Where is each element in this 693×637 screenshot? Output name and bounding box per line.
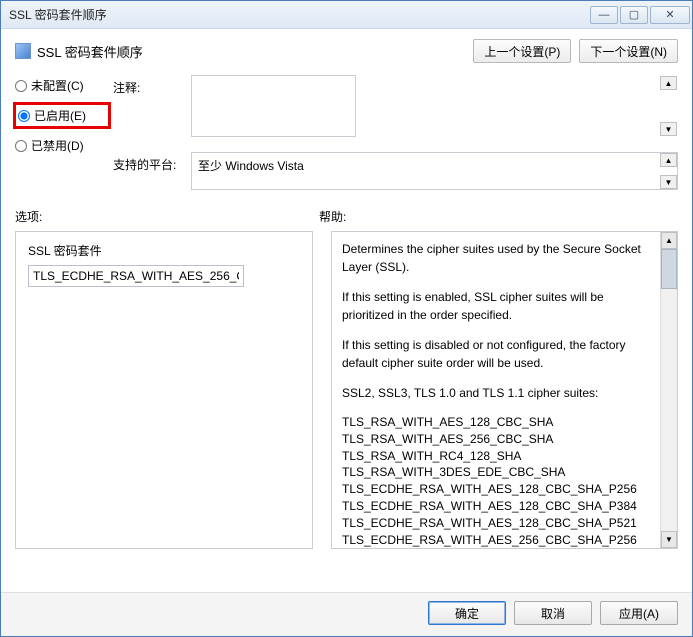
help-paragraph: SSL2, SSL3, TLS 1.0 and TLS 1.1 cipher s… — [342, 384, 649, 402]
policy-icon — [15, 43, 31, 59]
policy-title: SSL 密码套件顺序 — [37, 42, 143, 61]
help-paragraph: Determines the cipher suites used by the… — [342, 240, 649, 276]
cipher-suite-item: TLS_RSA_WITH_3DES_EDE_CBC_SHA — [342, 464, 649, 481]
header-row: SSL 密码套件顺序 上一个设置(P) 下一个设置(N) — [15, 39, 678, 63]
help-paragraph: If this setting is disabled or not confi… — [342, 336, 649, 372]
titlebar[interactable]: SSL 密码套件顺序 — ▢ ✕ — [1, 1, 692, 29]
comment-scroll-down[interactable]: ▼ — [660, 122, 677, 136]
previous-setting-button[interactable]: 上一个设置(P) — [473, 39, 571, 63]
close-button[interactable]: ✕ — [650, 6, 690, 24]
options-pane: SSL 密码套件 — [15, 231, 313, 549]
radio-disabled-input[interactable] — [15, 140, 27, 152]
dialog-footer: 确定 取消 应用(A) — [1, 592, 692, 636]
scroll-up-icon[interactable]: ▲ — [661, 232, 677, 249]
scroll-down-icon[interactable]: ▼ — [661, 531, 677, 548]
cipher-suite-item: TLS_RSA_WITH_RC4_128_SHA — [342, 448, 649, 465]
platform-scroll-up[interactable]: ▲ — [660, 153, 677, 167]
ok-button[interactable]: 确定 — [428, 601, 506, 625]
radio-disabled[interactable]: 已禁用(D) — [15, 137, 105, 154]
next-setting-button[interactable]: 下一个设置(N) — [579, 39, 678, 63]
platform-scroll-down[interactable]: ▼ — [660, 175, 677, 189]
cipher-suite-item: TLS_RSA_WITH_AES_256_CBC_SHA — [342, 431, 649, 448]
help-paragraph: If this setting is enabled, SSL cipher s… — [342, 288, 649, 324]
radio-not-configured-label: 未配置(C) — [31, 77, 84, 94]
comment-textarea[interactable] — [191, 75, 356, 137]
cipher-suite-item: TLS_ECDHE_RSA_WITH_AES_128_CBC_SHA_P256 — [342, 481, 649, 498]
comment-label: 注释: — [113, 75, 183, 96]
options-section-label: 选项: — [15, 208, 319, 225]
enabled-highlight: 已启用(E) — [13, 102, 111, 129]
help-pane: Determines the cipher suites used by the… — [331, 231, 678, 549]
window-title: SSL 密码套件顺序 — [9, 6, 107, 23]
cipher-suite-list: TLS_RSA_WITH_AES_128_CBC_SHA TLS_RSA_WIT… — [342, 414, 649, 548]
minimize-button[interactable]: — — [590, 6, 618, 24]
cancel-button[interactable]: 取消 — [514, 601, 592, 625]
radio-enabled[interactable]: 已启用(E) — [18, 107, 102, 124]
cipher-suite-item: TLS_RSA_WITH_AES_128_CBC_SHA — [342, 414, 649, 431]
content-area: SSL 密码套件顺序 上一个设置(P) 下一个设置(N) 未配置(C) — [1, 29, 692, 592]
cipher-suite-item: TLS_ECDHE_RSA_WITH_AES_128_CBC_SHA_P384 — [342, 498, 649, 515]
scroll-track[interactable] — [661, 289, 677, 531]
help-section-label: 帮助: — [319, 208, 678, 225]
cipher-suite-field-label: SSL 密码套件 — [28, 242, 300, 259]
window-controls: — ▢ ✕ — [590, 6, 690, 24]
radio-not-configured[interactable]: 未配置(C) — [15, 77, 105, 94]
state-radio-group: 未配置(C) 已启用(E) 已禁 — [15, 77, 105, 154]
platform-label: 支持的平台: — [113, 152, 183, 173]
supported-platform-box: 至少 Windows Vista — [191, 152, 678, 190]
comment-scroll-up[interactable]: ▲ — [660, 76, 677, 90]
cipher-suite-item: TLS_ECDHE_RSA_WITH_AES_128_CBC_SHA_P521 — [342, 515, 649, 532]
scroll-thumb[interactable] — [661, 249, 677, 289]
maximize-button[interactable]: ▢ — [620, 6, 648, 24]
apply-button[interactable]: 应用(A) — [600, 601, 678, 625]
cipher-suite-item: TLS_ECDHE_RSA_WITH_AES_256_CBC_SHA_P256 — [342, 532, 649, 549]
radio-disabled-label: 已禁用(D) — [31, 137, 84, 154]
help-scrollbar[interactable]: ▲ ▼ — [660, 232, 677, 548]
radio-enabled-input[interactable] — [18, 110, 30, 122]
cipher-suite-input[interactable] — [28, 265, 244, 287]
radio-not-configured-input[interactable] — [15, 80, 27, 92]
dialog-window: SSL 密码套件顺序 — ▢ ✕ SSL 密码套件顺序 上一个设置(P) 下一个… — [0, 0, 693, 637]
radio-enabled-label: 已启用(E) — [34, 107, 86, 124]
